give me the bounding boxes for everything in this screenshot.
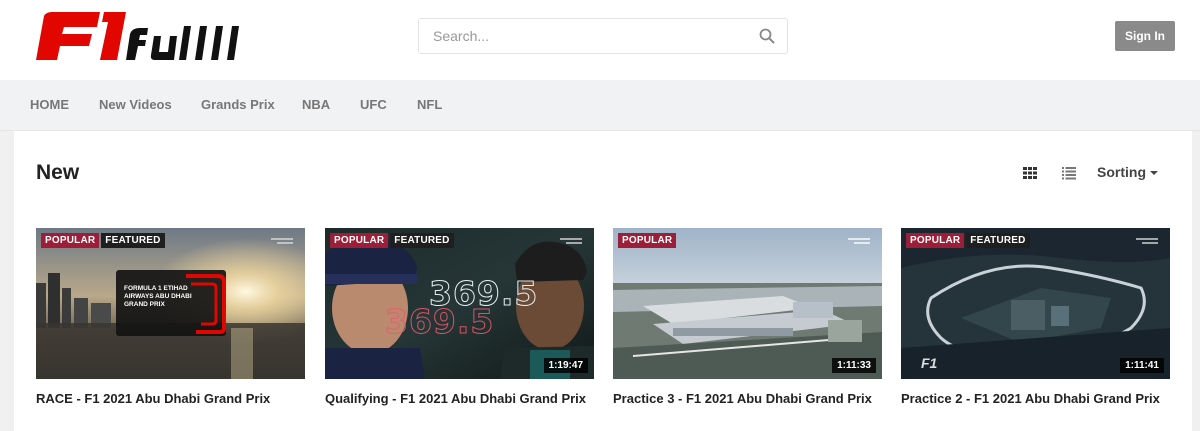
site-logo[interactable] [34, 10, 246, 62]
nav-item-new-videos[interactable]: New Videos [99, 97, 172, 112]
video-card[interactable]: POPULAR 1:11:33 Practice 3 - F1 2021 Abu… [613, 228, 882, 406]
speed-overlay-text-shadow: 369.5 [384, 302, 495, 342]
featured-badge: FEATURED [390, 233, 454, 248]
featured-badge: FEATURED [101, 233, 165, 248]
main-nav: HOME New Videos Grands Prix NBA UFC NFL [0, 80, 1200, 131]
search-box [418, 18, 788, 54]
f1-watermark-icon [848, 238, 870, 244]
badge-group: POPULAR FEATURED [906, 233, 1030, 248]
video-duration: 1:19:47 [543, 358, 588, 373]
featured-badge: FEATURED [966, 233, 1030, 248]
popular-badge: POPULAR [330, 233, 389, 248]
nav-item-ufc[interactable]: UFC [360, 97, 387, 112]
video-thumbnail[interactable]: FORMULA 1 ETIHAD AIRWAYS ABU DHABI GRAND… [36, 228, 305, 379]
search-input[interactable] [419, 19, 749, 53]
search-icon[interactable] [759, 28, 775, 44]
video-title[interactable]: Practice 2 - F1 2021 Abu Dhabi Grand Pri… [901, 391, 1170, 406]
site-header: Sign In [0, 0, 1200, 80]
badge-group: POPULAR [618, 233, 677, 248]
video-card[interactable]: FORMULA 1 ETIHAD AIRWAYS ABU DHABI GRAND… [36, 228, 305, 406]
nav-item-home[interactable]: HOME [30, 97, 69, 112]
video-thumbnail[interactable]: 369.5 369.5 POPULAR FEATURED 1:19:47 [325, 228, 594, 379]
practice-3-thumbnail-image [613, 228, 882, 379]
video-card[interactable]: F1 POPULAR FEATURED 1:11:41 Practice 2 -… [901, 228, 1170, 406]
thumbnail-overlay-text: FORMULA 1 ETIHAD AIRWAYS ABU DHABI GRAND… [124, 285, 192, 308]
nav-item-nba[interactable]: NBA [302, 97, 330, 112]
video-title[interactable]: RACE - F1 2021 Abu Dhabi Grand Prix [36, 391, 305, 406]
sorting-label: Sorting [1097, 164, 1146, 180]
grid-view-icon[interactable] [1022, 166, 1038, 180]
badge-group: POPULAR FEATURED [41, 233, 165, 248]
video-duration: 1:11:41 [1120, 358, 1164, 373]
video-thumbnail[interactable]: POPULAR 1:11:33 [613, 228, 882, 379]
video-duration: 1:11:33 [832, 358, 876, 373]
nav-item-grands-prix[interactable]: Grands Prix [201, 97, 275, 112]
popular-badge: POPULAR [906, 233, 965, 248]
nav-item-nfl[interactable]: NFL [417, 97, 442, 112]
f1-watermark-icon [1136, 238, 1158, 244]
svg-text:F1: F1 [921, 355, 938, 371]
f1-watermark-icon [560, 238, 582, 244]
video-title[interactable]: Practice 3 - F1 2021 Abu Dhabi Grand Pri… [613, 391, 882, 406]
practice-2-thumbnail-image: F1 [901, 228, 1170, 379]
popular-badge: POPULAR [41, 233, 100, 248]
list-view-icon[interactable] [1061, 166, 1077, 180]
sorting-dropdown[interactable]: Sorting [1097, 164, 1158, 180]
f1full-logo-icon [36, 12, 239, 60]
video-card[interactable]: 369.5 369.5 POPULAR FEATURED 1:19:47 Qua… [325, 228, 594, 406]
sign-in-button[interactable]: Sign In [1115, 21, 1175, 51]
video-thumbnail[interactable]: F1 POPULAR FEATURED 1:11:41 [901, 228, 1170, 379]
f1-watermark-icon [271, 238, 293, 244]
video-title[interactable]: Qualifying - F1 2021 Abu Dhabi Grand Pri… [325, 391, 594, 406]
badge-group: POPULAR FEATURED [330, 233, 454, 248]
section-title: New [36, 161, 80, 184]
chevron-down-icon [1150, 171, 1158, 176]
popular-badge: POPULAR [618, 233, 677, 248]
